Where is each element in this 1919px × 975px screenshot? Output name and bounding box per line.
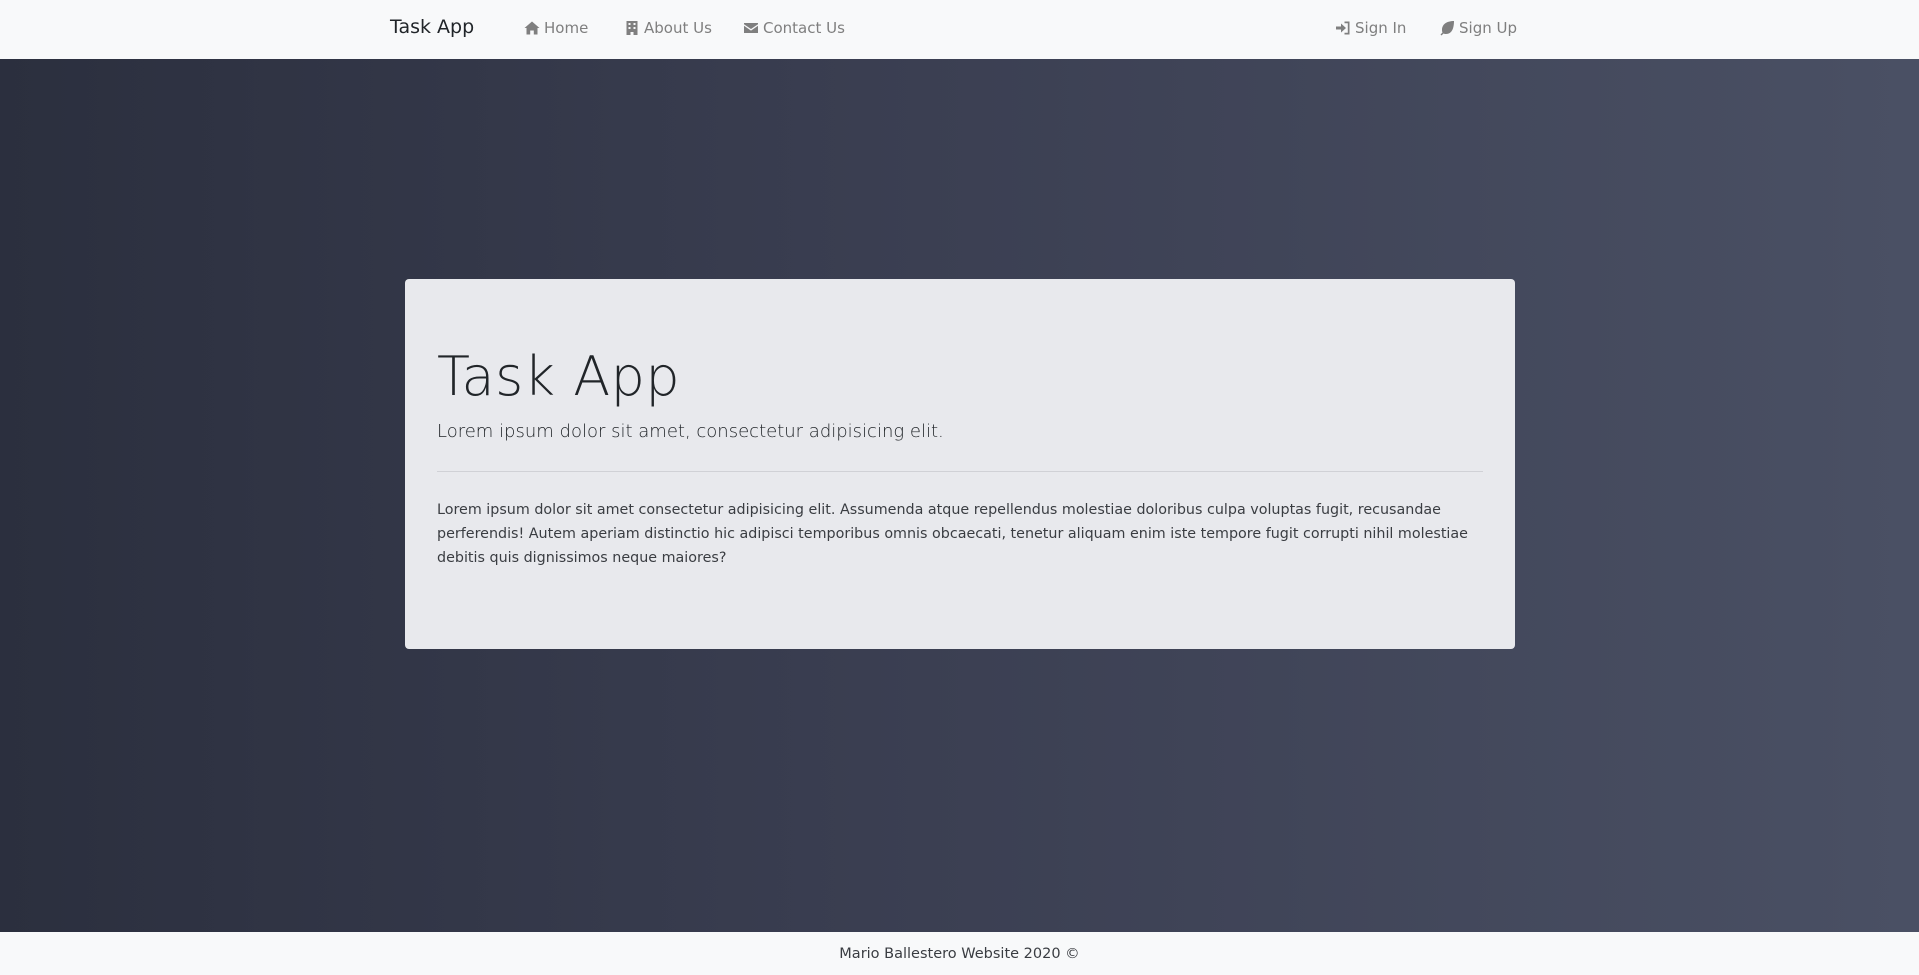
leaf-icon <box>1440 21 1454 36</box>
jumbotron-title: Task App <box>437 345 681 408</box>
nav-link-sign-in[interactable]: Sign In <box>1335 19 1406 37</box>
envelope-icon <box>744 23 758 33</box>
jumbotron-body: Lorem ipsum dolor sit amet consectetur a… <box>437 502 1468 566</box>
home-icon <box>524 21 540 35</box>
nav-link-sign-in-label: Sign In <box>1355 19 1407 37</box>
nav-link-home-label: Home <box>544 19 589 37</box>
jumbotron-divider <box>437 471 1483 472</box>
nav-link-about-label: About Us <box>644 19 712 37</box>
nav-link-about[interactable]: About Us <box>624 19 712 37</box>
nav-link-sign-up[interactable]: Sign Up <box>1439 19 1517 37</box>
nav-link-home[interactable]: Home <box>524 19 588 37</box>
jumbotron-lead: Lorem ipsum dolor sit amet, consectetur … <box>437 421 944 442</box>
building-icon <box>626 21 638 35</box>
nav-link-sign-up-label: Sign Up <box>1459 19 1517 37</box>
sign-in-icon <box>1336 21 1350 35</box>
footer-text: Mario Ballestero Website 2020 © <box>839 945 1080 962</box>
nav-link-contact-label: Contact Us <box>763 19 845 37</box>
navbar-brand[interactable]: Task App <box>390 16 474 38</box>
page-footer: Mario Ballestero Website 2020 © <box>0 932 1919 975</box>
nav-link-contact[interactable]: Contact Us <box>743 19 845 37</box>
jumbotron-card: Task App Lorem ipsum dolor sit amet, con… <box>405 279 1515 649</box>
top-navbar: Task App Home About Us Contact Us Sign I… <box>0 0 1919 59</box>
